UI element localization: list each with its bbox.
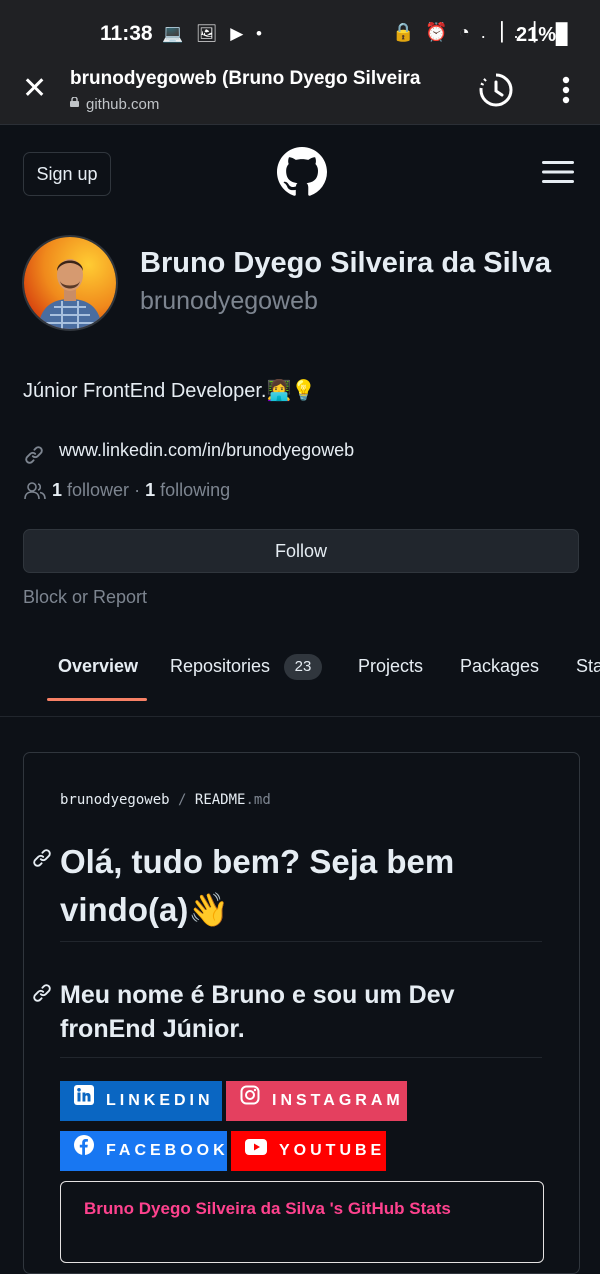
close-icon[interactable]: ✕ [22, 74, 47, 104]
more-options-icon[interactable] [562, 76, 570, 104]
facebook-badge[interactable]: FACEBOOK [60, 1131, 227, 1171]
profile-full-name: Bruno Dyego Silveira da Silva [140, 247, 551, 279]
github-stats-title: Bruno Dyego Silveira da Silva 's GitHub … [84, 1199, 451, 1218]
stat-separator: · [134, 480, 141, 500]
tab-packages[interactable]: Packages [460, 656, 539, 677]
people-icon [24, 482, 46, 500]
heading-anchor-link-icon[interactable] [32, 848, 52, 868]
followers-count[interactable]: 1 [52, 480, 62, 500]
youtube-icon [245, 1131, 267, 1171]
youtube-badge[interactable]: YOUTUBE [231, 1131, 386, 1171]
avatar-photo [24, 237, 116, 329]
following-label[interactable]: following [160, 480, 230, 500]
heading-anchor-link-icon[interactable] [32, 983, 52, 1003]
tab-repositories[interactable]: Repositories [170, 656, 270, 677]
badge-label: LINKEDIN [106, 1092, 214, 1110]
battery-level: 21%▊ [516, 24, 572, 46]
badge-label: YOUTUBE [279, 1142, 386, 1160]
instagram-icon [240, 1081, 260, 1121]
repositories-count-badge: 23 [284, 654, 322, 680]
avatar[interactable] [22, 235, 118, 331]
heading-divider [60, 941, 542, 942]
readme-file-ext: .md [245, 792, 271, 808]
readme-heading-1: Olá, tudo bem? Seja bem vindo(a)👋 [60, 843, 455, 928]
block-or-report-link[interactable]: Block or Report [23, 587, 147, 608]
readme-file-name[interactable]: README [195, 792, 246, 808]
sign-up-button[interactable]: Sign up [23, 152, 111, 196]
profile-bio: Júnior FrontEnd Developer.👩‍💻💡 [23, 380, 317, 402]
tab-active-indicator [47, 698, 147, 701]
github-logo-icon[interactable] [277, 147, 327, 197]
linkedin-icon [74, 1081, 94, 1121]
badge-label: INSTAGRAM [272, 1092, 404, 1110]
readme-heading-2: Meu nome é Bruno e sou um Dev fronEnd Jú… [60, 981, 455, 1043]
tab-stars[interactable]: Sta [576, 656, 600, 677]
followers-following: 1 follower · 1 following [52, 480, 230, 501]
tabs-divider [0, 716, 600, 717]
following-count[interactable]: 1 [145, 480, 155, 500]
readme-owner-link[interactable]: brunodyegoweb [60, 792, 170, 808]
lock-icon [70, 97, 79, 107]
github-stats-card [60, 1181, 544, 1263]
profile-username: brunodyegoweb [140, 287, 318, 315]
tab-projects[interactable]: Projects [358, 656, 423, 677]
profile-website-link[interactable]: www.linkedin.com/in/brunodyegoweb [59, 440, 354, 461]
browser-page-title: brunodyegoweb (Bruno Dyego Silveira [70, 68, 421, 89]
readme-path: brunodyegoweb / README.md [60, 792, 271, 808]
tab-overview[interactable]: Overview [58, 656, 138, 677]
path-separator: / [178, 792, 187, 808]
follow-button[interactable]: Follow [23, 529, 579, 573]
linkedin-badge[interactable]: LINKEDIN [60, 1081, 222, 1121]
instagram-badge[interactable]: INSTAGRAM [226, 1081, 407, 1121]
status-notification-icons: 💻 🖼 ▶ • [162, 24, 266, 43]
heading-divider [60, 1057, 542, 1058]
facebook-icon [74, 1131, 94, 1171]
status-time: 11:38 [100, 22, 153, 45]
badge-label: FACEBOOK [106, 1142, 229, 1160]
link-icon [25, 446, 43, 464]
followers-label[interactable]: follower [67, 480, 129, 500]
browser-url: github.com [86, 96, 160, 113]
menu-hamburger-icon[interactable] [542, 161, 574, 183]
history-icon[interactable] [478, 72, 514, 108]
